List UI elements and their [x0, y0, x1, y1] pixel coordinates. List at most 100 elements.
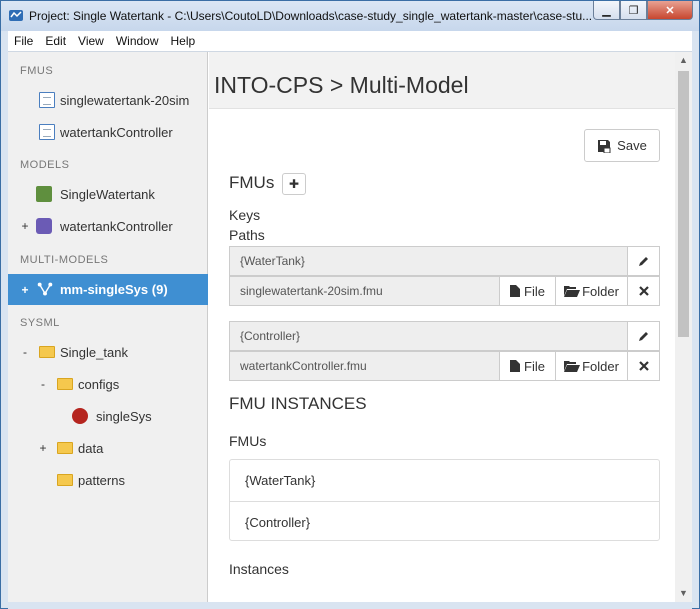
remove-icon: [638, 286, 649, 296]
sidebar-item-label: data: [78, 440, 104, 456]
multi-model-icon: [37, 282, 53, 296]
folder-button-label: Folder: [582, 283, 619, 299]
window-bottom-border: [8, 602, 692, 609]
menu-window[interactable]: Window: [110, 34, 165, 48]
fmu-key-field[interactable]: {WaterTank}: [229, 246, 660, 276]
list-item[interactable]: {Controller}: [230, 501, 659, 542]
remove-fmu-button[interactable]: [627, 276, 660, 306]
remove-fmu-button[interactable]: [627, 351, 660, 381]
save-icon: [598, 139, 611, 153]
multi-models-section-heading: MULTI-MODELS: [20, 254, 109, 266]
fmu-key-field[interactable]: {Controller}: [229, 321, 660, 351]
file-icon: [510, 360, 521, 372]
sidebar-item-configs[interactable]: - configs: [8, 368, 208, 400]
fmu-key-value: {WaterTank}: [240, 254, 305, 268]
menu-view[interactable]: View: [72, 34, 110, 48]
models-section-heading: MODELS: [20, 159, 70, 171]
sidebar-item-label: mm-singleSys (9): [60, 282, 168, 297]
minimize-button[interactable]: ▁: [593, 1, 620, 20]
add-fmu-button[interactable]: ✚: [282, 173, 306, 195]
pencil-icon: [638, 257, 648, 266]
save-button-label: Save: [617, 138, 647, 153]
close-button[interactable]: ✕: [647, 1, 693, 20]
sidebar-item-label: watertankController: [60, 218, 173, 234]
edit-key-button[interactable]: [627, 246, 660, 276]
scroll-up-icon[interactable]: ▲: [675, 52, 692, 69]
folder-icon: [39, 346, 55, 358]
sidebar-item-singlesys[interactable]: singleSys: [8, 400, 208, 432]
sidebar-item-label: watertankController: [60, 124, 173, 140]
sidebar-item-label: SingleWatertank: [60, 186, 155, 202]
expand-icon[interactable]: +: [19, 283, 31, 297]
instances-label: Instances: [229, 561, 289, 577]
title-bar: Project: Single Watertank - C:\Users\Cou…: [1, 1, 699, 31]
folder-open-icon: [564, 286, 581, 297]
file-button-label: File: [524, 358, 545, 374]
maximize-button[interactable]: ❐: [620, 1, 647, 20]
page-title: INTO-CPS > Multi-Model: [214, 72, 469, 98]
folder-icon: [57, 378, 73, 390]
file-button-label: File: [524, 283, 545, 299]
fmus-heading: FMUs: [229, 173, 275, 192]
scroll-thumb[interactable]: [678, 71, 689, 337]
menu-help[interactable]: Help: [165, 34, 202, 48]
page-header: INTO-CPS > Multi-Model: [209, 52, 675, 109]
sidebar-item-label: configs: [78, 376, 120, 392]
file-icon: [39, 92, 55, 108]
collapse-icon[interactable]: -: [19, 345, 31, 359]
fmu-key-value: {Controller}: [240, 329, 301, 343]
fmus-section-heading: FMUS: [20, 65, 54, 77]
fmu-path-value: watertankController.fmu: [240, 359, 367, 373]
instances-fmus-label: FMUs: [229, 433, 267, 449]
client-area: FMUS singlewatertank-20sim watertankCont…: [8, 52, 692, 602]
fmu-path-field[interactable]: watertankController.fmu File Folder: [229, 351, 660, 381]
folder-icon: [57, 442, 73, 454]
sidebar-item-fmu-controller[interactable]: watertankController: [8, 116, 208, 148]
sidebar-item-fmu-singlewatertank[interactable]: singlewatertank-20sim: [8, 84, 208, 116]
project-browser: FMUS singlewatertank-20sim watertankCont…: [8, 52, 208, 602]
sidebar-item-label: Single_tank: [60, 344, 128, 360]
sysml-section-heading: SYSML: [20, 317, 60, 329]
edit-key-button[interactable]: [627, 321, 660, 351]
expand-icon[interactable]: +: [19, 219, 31, 233]
application-window: Project: Single Watertank - C:\Users\Cou…: [0, 0, 700, 609]
file-icon: [39, 124, 55, 140]
main-panel: INTO-CPS > Multi-Model Save FMUs ✚ Keys …: [209, 52, 675, 602]
menu-bar: File Edit View Window Help: [8, 31, 692, 52]
paths-label: Paths: [229, 227, 265, 243]
sidebar-item-single-tank[interactable]: - Single_tank: [8, 336, 208, 368]
sidebar-item-model-singlewatertank[interactable]: SingleWatertank: [8, 178, 208, 210]
menu-file[interactable]: File: [8, 34, 39, 48]
menu-edit[interactable]: Edit: [39, 34, 72, 48]
sidebar-item-label: singlewatertank-20sim: [60, 92, 190, 108]
window-title: Project: Single Watertank - C:\Users\Cou…: [29, 9, 593, 23]
folder-icon: [57, 474, 73, 486]
overture-model-icon: [36, 218, 52, 234]
sidebar-item-label: patterns: [78, 472, 125, 488]
expand-icon[interactable]: +: [37, 441, 49, 455]
plus-icon: ✚: [288, 177, 300, 191]
folder-button-label: Folder: [582, 358, 619, 374]
sidebar-item-label: singleSys: [96, 408, 152, 424]
folder-browse-button[interactable]: Folder: [555, 276, 628, 306]
remove-icon: [638, 361, 649, 371]
collapse-icon[interactable]: -: [37, 377, 49, 391]
sidebar-item-multimodel[interactable]: + mm-singleSys (9): [8, 274, 208, 305]
folder-browse-button[interactable]: Folder: [555, 351, 628, 381]
file-browse-button[interactable]: File: [499, 276, 556, 306]
fmu-path-value: singlewatertank-20sim.fmu: [240, 284, 383, 298]
sidebar-item-model-controller[interactable]: + watertankController: [8, 210, 208, 242]
vertical-scrollbar[interactable]: ▲ ▼: [675, 52, 692, 602]
pencil-icon: [638, 332, 648, 341]
model-icon: [36, 186, 52, 202]
fmu-path-field[interactable]: singlewatertank-20sim.fmu File Folder: [229, 276, 660, 306]
sidebar-item-data[interactable]: + data: [8, 432, 208, 464]
app-icon: [9, 10, 23, 21]
save-button[interactable]: Save: [584, 129, 660, 162]
file-browse-button[interactable]: File: [499, 351, 556, 381]
folder-open-icon: [564, 361, 581, 372]
scroll-down-icon[interactable]: ▼: [675, 585, 692, 602]
sidebar-item-patterns[interactable]: patterns: [8, 464, 208, 496]
list-item[interactable]: {WaterTank}: [230, 460, 659, 501]
fmu-instances-heading: FMU INSTANCES: [229, 394, 367, 413]
